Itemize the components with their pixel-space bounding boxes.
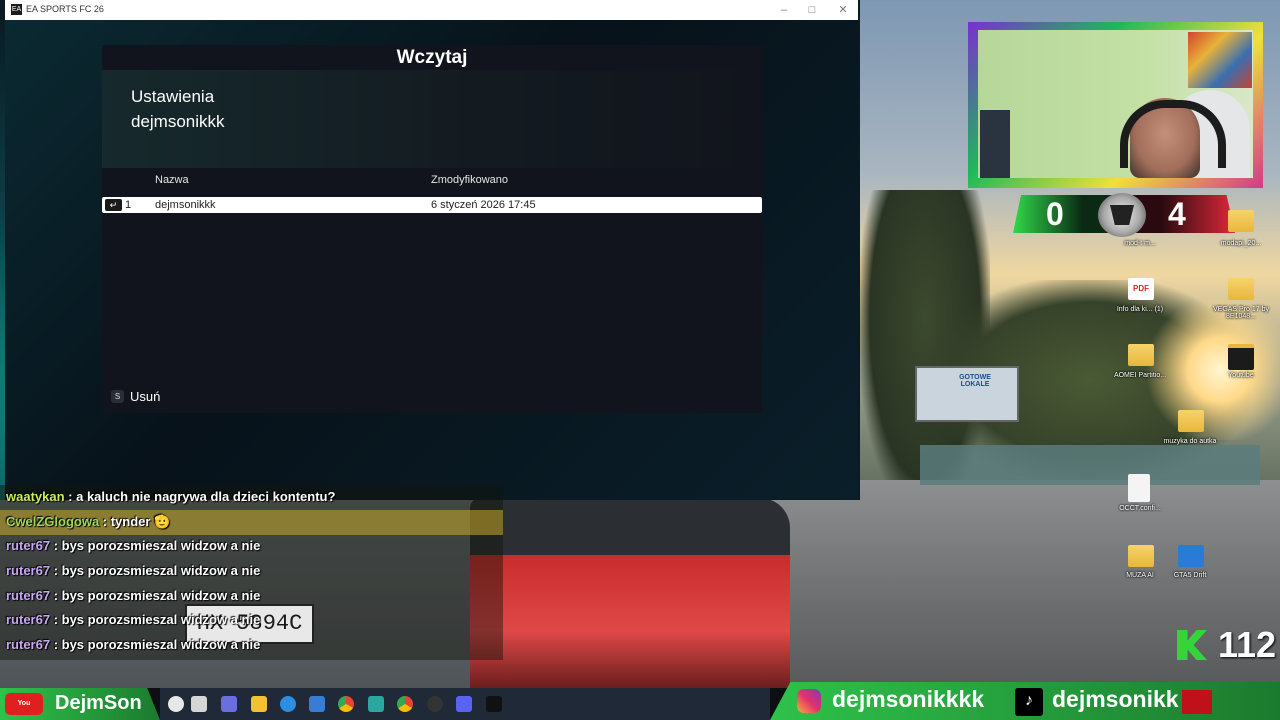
chat-message: ruter67 : bys porozsmieszal widzow a nie	[6, 563, 260, 578]
app-icon[interactable]	[368, 696, 384, 712]
chat-username: ruter67	[6, 612, 51, 627]
desktop-icon-label[interactable]: muzyka do autka	[1155, 438, 1225, 445]
chrome-icon[interactable]	[397, 696, 413, 712]
chat-message: waatykan : a kaluch nie nagrywa dla dzie…	[6, 489, 335, 504]
pdf-icon[interactable]: PDF	[1128, 278, 1154, 300]
chat-username: ruter67	[6, 637, 51, 652]
file-icon[interactable]	[1128, 474, 1150, 502]
chat-username: ruter67	[6, 563, 51, 578]
chat-message: ruter67 : bys porozsmieszal widzow a nie	[6, 612, 260, 627]
chat-text: : bys porozsmieszal widzow a nie	[50, 538, 261, 553]
desktop-icon-label[interactable]: modapi_20...	[1206, 240, 1276, 247]
task-view-icon[interactable]	[191, 696, 207, 712]
headset-icon	[1120, 100, 1226, 168]
folder-icon[interactable]	[1228, 278, 1254, 300]
chat-message: ruter67 : bys porozsmieszal widzow a nie	[6, 538, 260, 553]
window-title: EA SPORTS FC 26	[26, 4, 104, 14]
webcam-shelf	[980, 110, 1010, 178]
chat-username: CwelZGlogowa	[6, 514, 100, 529]
teams-icon[interactable]	[221, 696, 237, 712]
folder-icon[interactable]	[1128, 344, 1154, 366]
save-row-modified: 6 styczeń 2026 17:45	[431, 199, 536, 211]
section-title-line2: dejmsonikkk	[131, 112, 225, 131]
chat-username: ruter67	[6, 588, 51, 603]
tiktok-handle: dejmsonikk	[1052, 686, 1179, 712]
instagram-handle: dejmsonikkkk	[832, 686, 985, 712]
save-row-number: 1	[125, 199, 132, 211]
desktop-icon-label[interactable]: OCCT.confi...	[1105, 505, 1175, 512]
fc-app-icon[interactable]	[486, 696, 502, 712]
billboard-text: GOTOWE LOKALE	[959, 374, 991, 388]
discord-icon[interactable]	[456, 696, 472, 712]
chat-text: : bys porozsmieszal widzow a nie	[50, 563, 261, 578]
viewer-count: 112	[1218, 624, 1277, 665]
chat-message: ruter67 : bys porozsmieszal widzow a nie	[6, 588, 260, 603]
dialog-title: Wczytaj	[396, 47, 468, 68]
chat-text: : bys porozsmieszal widzow a nie	[50, 588, 261, 603]
youtube-handle: DejmSon	[55, 692, 142, 714]
save-row-name: dejmsonikkk	[155, 199, 216, 211]
store-icon[interactable]	[309, 696, 325, 712]
desktop-icon-label[interactable]: GTA5 Drift	[1155, 572, 1225, 579]
chat-message: ruter67 : bys porozsmieszal widzow a nie	[6, 637, 260, 652]
file-explorer-icon[interactable]	[251, 696, 267, 712]
s-key-icon: S	[111, 390, 124, 403]
chrome-icon[interactable]	[338, 696, 354, 712]
desktop-icon-label[interactable]: mod-t m...	[1105, 240, 1175, 247]
minimize-button[interactable]: –	[770, 2, 798, 18]
chat-message: CwelZGlogowa : tynder 🫡	[6, 514, 170, 530]
desktop-icon-label[interactable]: VEGAS Pro 17 by 8E1048...	[1206, 306, 1276, 320]
obs-icon[interactable]	[427, 696, 443, 712]
chat-username: waatykan	[6, 489, 65, 504]
folder-icon[interactable]	[1228, 210, 1254, 232]
folder-icon[interactable]	[1228, 344, 1254, 370]
score-home: 0	[1046, 196, 1064, 232]
section-title-line1: Ustawienia	[131, 87, 215, 106]
enter-key-icon: ↵	[105, 199, 122, 211]
desktop-icon-label[interactable]: AOMEI Partitio...	[1105, 372, 1175, 379]
section-title: Ustawienia dejmsonikkk	[131, 84, 391, 134]
column-header-name[interactable]: Nazwa	[155, 174, 189, 186]
chat-username: ruter67	[6, 538, 51, 553]
app-icon: EA	[11, 4, 22, 15]
wallpaper-bus	[470, 498, 790, 688]
chat-text: : bys porozsmieszal widzow a nie	[50, 612, 261, 627]
maximize-button[interactable]: □	[798, 2, 826, 18]
wallpaper-sun	[1140, 300, 1280, 440]
emoji-icon: 🫡	[154, 514, 171, 529]
search-icon[interactable]	[168, 696, 184, 712]
chat-text: : bys porozsmieszal widzow a nie	[50, 637, 261, 652]
youtube-icon: You	[5, 693, 43, 715]
window-titlebar[interactable]	[5, 0, 858, 20]
chat-text: : tynder	[99, 514, 151, 529]
instagram-icon	[797, 689, 821, 713]
webcam-painting	[1188, 32, 1252, 88]
edge-icon[interactable]	[280, 696, 296, 712]
red-block	[1182, 690, 1212, 714]
score-away: 4	[1168, 196, 1186, 232]
delete-button[interactable]: Usuń	[130, 389, 160, 404]
desktop-icon-label[interactable]: Info dla ki... (1)	[1105, 306, 1175, 313]
tiktok-icon: ♪	[1015, 688, 1043, 716]
column-header-modified[interactable]: Zmodyfikowano	[431, 174, 508, 186]
wallpaper-fence	[920, 445, 1260, 485]
desktop-icon-label[interactable]: Youtube	[1206, 372, 1276, 379]
folder-icon[interactable]	[1178, 410, 1204, 432]
folder-icon[interactable]	[1128, 545, 1154, 567]
chat-text: : a kaluch nie nagrywa dla dzieci konten…	[64, 489, 336, 504]
app-icon[interactable]	[1178, 545, 1204, 567]
close-button[interactable]: ✕	[829, 2, 857, 18]
